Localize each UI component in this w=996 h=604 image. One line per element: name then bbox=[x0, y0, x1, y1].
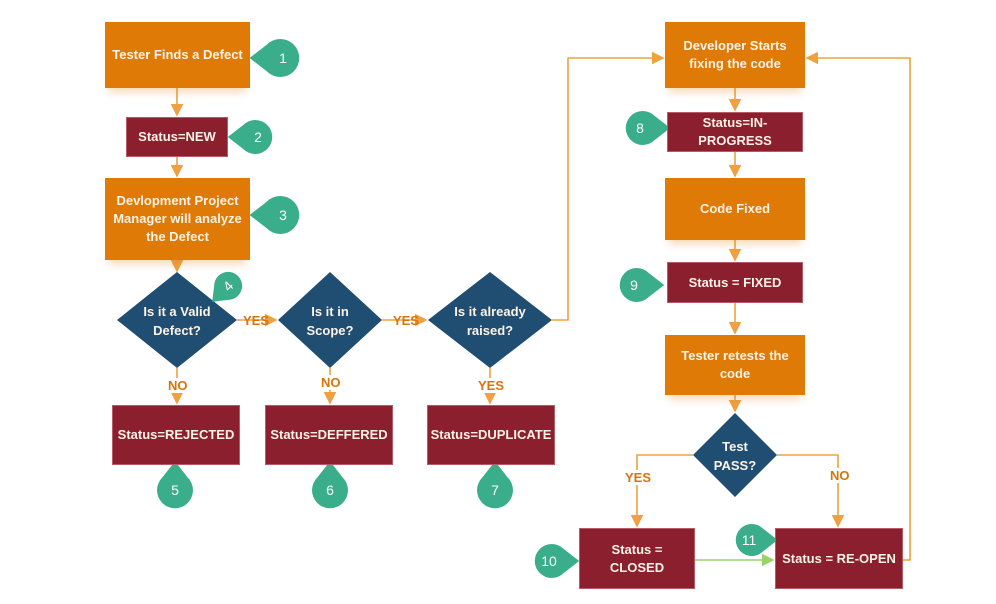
step-number: 2 bbox=[254, 129, 262, 145]
decision-scope: Is it in Scope? bbox=[278, 272, 382, 368]
decision-label: raised? bbox=[467, 323, 513, 338]
step-number: 8 bbox=[636, 120, 644, 136]
edge-label-valid-no: NO bbox=[168, 378, 188, 393]
node-status-rejected: Status=REJECTED bbox=[112, 405, 240, 465]
decision-shape bbox=[693, 413, 777, 497]
node-tester-finds-defect: Tester Finds a Defect bbox=[105, 22, 250, 88]
step-number: 11 bbox=[742, 532, 757, 548]
node-label: Status = FIXED bbox=[688, 274, 782, 290]
decision-label: Is it a Valid bbox=[143, 304, 210, 319]
step-number: 5 bbox=[171, 482, 179, 498]
step-number: 7 bbox=[491, 482, 499, 498]
node-label: Code Fixed bbox=[699, 201, 771, 216]
step-marker-10: 10 bbox=[534, 543, 580, 578]
edge-label-pass-no: NO bbox=[830, 468, 850, 483]
node-status-closed: Status = CLOSED bbox=[579, 528, 695, 589]
node-status-reopen: Status = RE-OPEN bbox=[775, 528, 903, 589]
node-code-fixed: Code Fixed bbox=[665, 178, 805, 240]
node-label: Status=NEW bbox=[138, 129, 216, 144]
step-number: 6 bbox=[326, 482, 334, 498]
arrow-pass-no bbox=[777, 454, 845, 528]
edge-label-pass-yes: YES bbox=[625, 470, 652, 485]
defect-lifecycle-diagram: Is it a Valid Defect? Is it in Scope? Is it … bbox=[0, 0, 996, 604]
edge-label-scope-no: NO bbox=[321, 375, 341, 390]
step-marker-5: 5 bbox=[157, 461, 193, 509]
decision-label: Is it already bbox=[454, 304, 526, 319]
node-label: Status=DEFFERED bbox=[270, 427, 388, 442]
step-marker-7: 7 bbox=[477, 461, 513, 509]
step-marker-11: 11 bbox=[735, 524, 778, 556]
teardrop-shape bbox=[249, 196, 300, 235]
edge-label-raised-yes: YES bbox=[478, 378, 505, 393]
step-number: 9 bbox=[630, 277, 638, 293]
node-label: Developer Starts fixing the code bbox=[683, 38, 787, 71]
decision-shape bbox=[278, 272, 382, 368]
decision-raised: Is it already raised? bbox=[428, 272, 552, 368]
node-label: Status = CLOSED bbox=[609, 541, 665, 575]
decision-shape bbox=[428, 272, 552, 368]
decision-label: Is it in bbox=[311, 304, 349, 319]
step-marker-8: 8 bbox=[625, 111, 671, 145]
node-label: Tester retests the code bbox=[681, 348, 789, 381]
edge-label-valid-yes: YES bbox=[243, 313, 270, 328]
teardrop-shape bbox=[249, 39, 300, 77]
step-marker-2: 2 bbox=[227, 120, 273, 154]
decision-label: Scope? bbox=[307, 323, 354, 338]
node-label: Status = RE-OPEN bbox=[782, 550, 896, 566]
step-number: 10 bbox=[541, 553, 557, 569]
node-label: Status=DUPLICATE bbox=[430, 427, 552, 442]
node-label: Status=REJECTED bbox=[117, 427, 235, 442]
step-number: 3 bbox=[279, 207, 287, 223]
teardrop-shape bbox=[625, 111, 671, 145]
decision-label: Defect? bbox=[153, 323, 201, 338]
arrow-reopen-loop bbox=[805, 51, 911, 561]
step-number: 1 bbox=[279, 50, 287, 66]
node-status-new: Status=NEW bbox=[126, 117, 228, 157]
edge-label-scope-yes: YES bbox=[393, 313, 420, 328]
teardrop-shape bbox=[619, 268, 665, 302]
decision-test-pass: Test PASS? bbox=[693, 413, 777, 497]
connectors-layer: Is it a ValidDefect?Is it inScope?Is it … bbox=[117, 39, 911, 578]
node-dev-fixing: Developer Starts fixing the code bbox=[665, 22, 805, 88]
decision-label: Test bbox=[722, 439, 748, 454]
node-pm-analyze: Devlopment Project Manager will analyze … bbox=[105, 178, 250, 260]
step-marker-1: 1 bbox=[249, 39, 300, 77]
node-status-deferred: Status=DEFFERED bbox=[265, 405, 393, 465]
teardrop-shape bbox=[227, 120, 273, 154]
node-status-duplicate: Status=DUPLICATE bbox=[427, 405, 555, 465]
node-status-fixed: Status = FIXED bbox=[667, 262, 803, 303]
arrow-pass-yes bbox=[630, 454, 693, 528]
node-label: Status=IN-PROGRESS bbox=[698, 115, 772, 148]
node-status-in-progress: Status=IN-PROGRESS bbox=[667, 112, 803, 152]
step-marker-3: 3 bbox=[249, 196, 300, 235]
step-marker-9: 9 bbox=[619, 268, 665, 302]
node-label: Devlopment Project Manager will analyze … bbox=[113, 193, 242, 244]
node-tester-retests: Tester retests the code bbox=[665, 335, 805, 395]
step-marker-6: 6 bbox=[312, 461, 348, 509]
node-label: Tester Finds a Defect bbox=[112, 47, 243, 62]
decision-label: PASS? bbox=[714, 458, 756, 473]
